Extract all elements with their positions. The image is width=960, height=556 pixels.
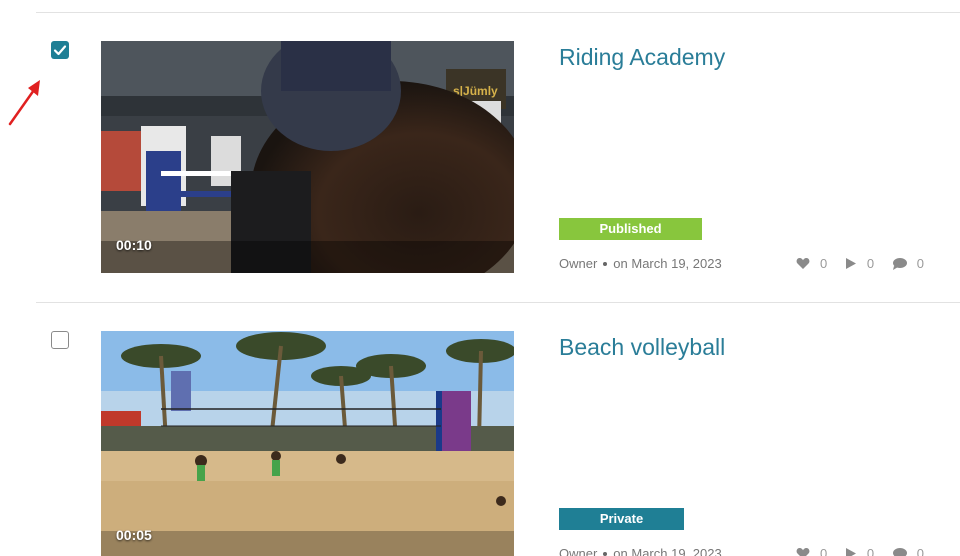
plays-count: 0	[866, 546, 875, 556]
likes-stat: 0	[796, 256, 827, 271]
entry-stats: 0 0 0	[796, 546, 938, 556]
thumbnail-image	[101, 331, 514, 556]
select-checkbox[interactable]	[51, 41, 69, 59]
divider	[36, 302, 960, 303]
media-entry-riding-academy: s|Jümly 00:10 Riding Academy Published O…	[0, 14, 960, 274]
status-badge: Private	[559, 508, 684, 530]
owner-label: Owner	[559, 546, 598, 556]
video-duration: 00:10	[116, 237, 152, 253]
plays-count: 0	[866, 256, 875, 271]
red-arrow-icon	[8, 80, 40, 126]
entry-meta: Owner on March 19, 2023	[559, 256, 722, 271]
entry-meta: Owner on March 19, 2023	[559, 546, 722, 556]
play-icon	[845, 548, 856, 556]
entry-stats: 0 0 0	[796, 256, 938, 271]
comments-count: 0	[916, 546, 924, 556]
heart-icon	[796, 257, 810, 269]
thumbnail-image: s|Jümly	[101, 41, 514, 273]
plays-stat: 0	[845, 546, 874, 556]
heart-icon	[796, 547, 810, 556]
comments-stat: 0	[892, 256, 924, 271]
comments-count: 0	[916, 256, 924, 271]
comments-stat: 0	[892, 546, 924, 556]
play-icon	[845, 258, 856, 269]
video-thumbnail[interactable]: 00:05	[101, 331, 514, 556]
comment-icon	[892, 548, 907, 556]
entry-title[interactable]: Riding Academy	[559, 44, 725, 71]
select-checkbox[interactable]	[51, 331, 69, 349]
plays-stat: 0	[845, 256, 874, 271]
likes-count: 0	[820, 256, 828, 271]
checkmark-icon	[53, 45, 67, 56]
separator-dot	[603, 261, 608, 266]
status-badge: Published	[559, 218, 702, 240]
comment-icon	[892, 258, 907, 270]
media-entry-beach-volleyball: 00:05 Beach volleyball Private Owner on M…	[0, 304, 960, 556]
divider	[36, 12, 960, 13]
likes-stat: 0	[796, 546, 827, 556]
video-thumbnail[interactable]: s|Jümly 00:10	[101, 41, 514, 273]
date-label: on March 19, 2023	[613, 256, 722, 271]
video-duration: 00:05	[116, 527, 152, 543]
date-label: on March 19, 2023	[613, 546, 722, 556]
likes-count: 0	[820, 546, 828, 556]
owner-label: Owner	[559, 256, 598, 271]
media-list: s|Jümly 00:10 Riding Academy Published O…	[0, 0, 960, 556]
separator-dot	[603, 551, 608, 556]
entry-title[interactable]: Beach volleyball	[559, 334, 725, 361]
